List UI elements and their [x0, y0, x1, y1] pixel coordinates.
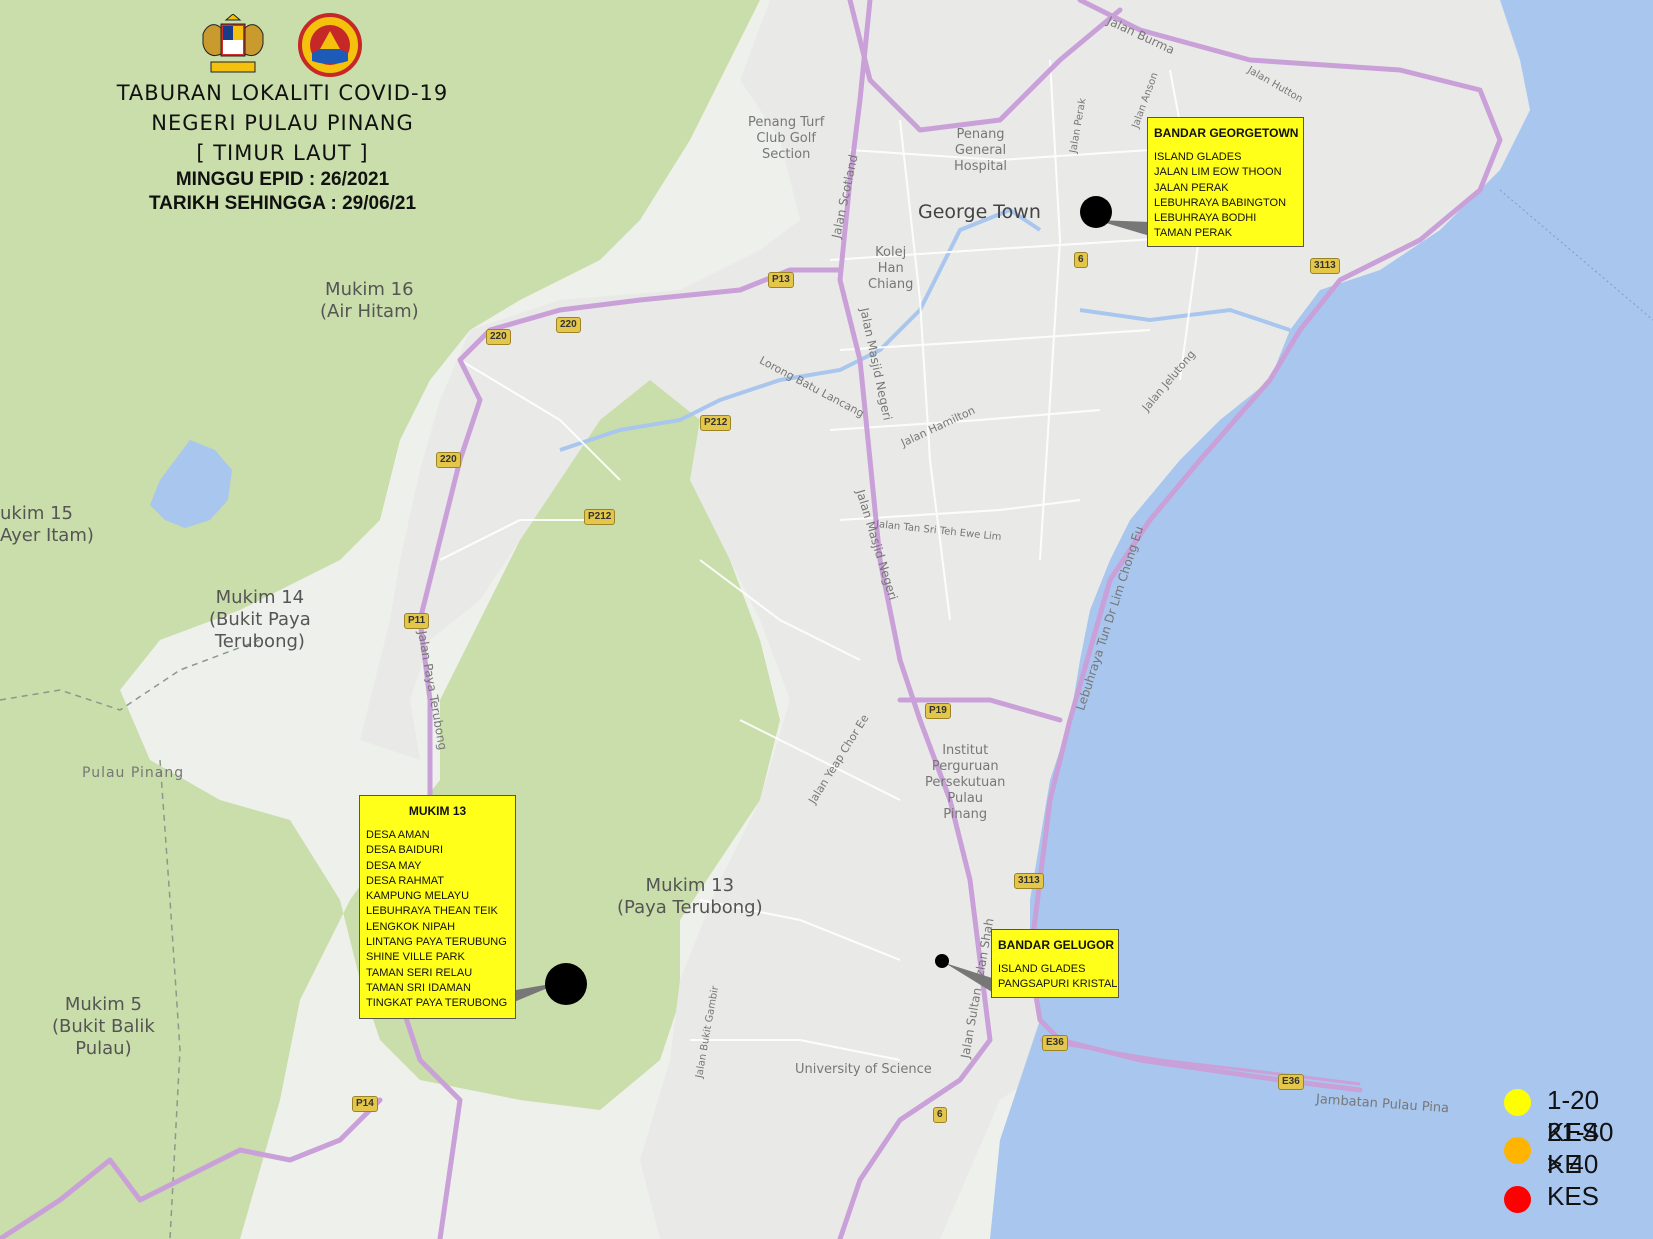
label-kolej-1: Kolej	[875, 245, 907, 260]
label-mukim-5-area-1: (Bukit Balik	[52, 1016, 155, 1037]
map-header: TABURAN LOKALITI COVID-19 NEGERI PULAU P…	[90, 78, 475, 216]
list-item: LEBUHRAYA BODHI	[1154, 212, 1257, 225]
callout-georgetown-title: BANDAR GEORGETOWN	[1154, 126, 1299, 140]
label-penang-general-hospital: Penang General Hospital	[954, 127, 1007, 175]
shield-p19: P19	[925, 703, 951, 719]
case-marker-georgetown[interactable]	[1080, 196, 1112, 228]
label-institut-1: Institut	[942, 743, 989, 758]
state-seal-icon	[298, 13, 362, 77]
label-institut-5: Pinang	[943, 807, 988, 822]
callout-bandar-gelugor[interactable]: BANDAR GELUGOR ISLAND GLADES PANGSAPURI …	[991, 929, 1119, 998]
callout-mukim13-title: MUKIM 13	[408, 804, 467, 818]
list-item: TAMAN PERAK	[1154, 227, 1233, 240]
label-turf-3: Section	[762, 147, 811, 162]
shield-p212-b: P212	[584, 509, 616, 525]
shield-6-b: 6	[933, 1107, 947, 1123]
list-item: PANGSAPURI KRISTAL	[998, 978, 1118, 991]
label-mukim-15-name: ukim 15	[0, 503, 73, 524]
shield-220-c: 220	[436, 452, 461, 468]
label-mukim-16: Mukim 16 (Air Hitam)	[320, 279, 419, 323]
list-item: LENGKOK NIPAH	[366, 920, 456, 933]
list-item: KAMPUNG MELAYU	[366, 890, 470, 903]
shield-3113-b: 3113	[1014, 873, 1044, 889]
list-item: LEBUHRAYA BABINGTON	[1154, 196, 1287, 209]
label-institut-3: Persekutuan	[925, 775, 1006, 790]
case-marker-mukim13[interactable]	[545, 963, 587, 1005]
label-mukim-14-name: Mukim 14	[215, 587, 305, 608]
shield-e36-a: E36	[1042, 1035, 1068, 1051]
label-mukim-14-area-1: (Bukit Paya	[209, 609, 311, 630]
label-mukim-14: Mukim 14 (Bukit Paya Terubong)	[209, 587, 311, 653]
legend-orange-dot	[1504, 1137, 1531, 1164]
shield-6-a: 6	[1074, 252, 1088, 268]
list-item: DESA MAY	[366, 859, 422, 872]
label-institut-4: Pulau	[947, 791, 984, 806]
list-item: ISLAND GLADES	[1154, 151, 1242, 163]
label-george-town: George Town	[918, 201, 1041, 223]
case-marker-gelugor[interactable]	[935, 954, 949, 968]
label-turf-1: Penang Turf	[748, 115, 825, 130]
list-item: TAMAN SERI RELAU	[366, 966, 473, 979]
shield-220-a: 220	[486, 329, 511, 345]
coat-of-arms-icon	[193, 13, 273, 80]
list-item: LEBUHRAYA THEAN TEIK	[366, 905, 498, 918]
label-turf-2: Club Golf	[756, 131, 816, 146]
shield-220-b: 220	[556, 317, 581, 333]
list-item: JALAN LIM EOW THOON	[1154, 166, 1282, 179]
label-university-of-science: University of Science	[795, 1062, 932, 1077]
label-mukim-16-area: (Air Hitam)	[320, 301, 419, 322]
label-mukim-5: Mukim 5 (Bukit Balik Pulau)	[52, 994, 155, 1060]
label-mukim-13-area: (Paya Terubong)	[617, 897, 763, 918]
list-item: JALAN PERAK	[1154, 181, 1229, 194]
label-mukim-16-name: Mukim 16	[325, 279, 414, 300]
list-item: TINGKAT PAYA TERUBONG	[366, 997, 508, 1010]
list-item: TAMAN SRI IDAMAN	[366, 981, 471, 994]
date-until: TARIKH SEHINGGA : 29/06/21	[148, 193, 417, 214]
shield-p13: P13	[768, 272, 794, 288]
label-mukim-15-area: Ayer Itam)	[0, 525, 94, 546]
list-item: DESA AMAN	[366, 829, 430, 841]
callout-bandar-georgetown[interactable]: BANDAR GEORGETOWN ISLAND GLADES JALAN LI…	[1147, 117, 1304, 247]
shield-e36-b: E36	[1278, 1074, 1304, 1090]
list-item: ISLAND GLADES	[998, 963, 1086, 975]
label-mukim-14-area-2: Terubong)	[214, 631, 305, 652]
label-hospital-2: General	[954, 143, 1007, 158]
shield-3113-a: 3113	[1310, 258, 1340, 274]
legend-yellow-dot	[1504, 1089, 1531, 1116]
label-mukim-13-name: Mukim 13	[645, 875, 735, 896]
list-item: DESA BAIDURI	[366, 844, 444, 857]
list-item: SHINE VILLE PARK	[366, 951, 465, 964]
label-hospital-3: Hospital	[954, 159, 1008, 174]
label-mukim-5-area-2: Pulau)	[75, 1038, 132, 1059]
label-kolej-2: Han	[877, 261, 904, 276]
title-line-3: [ TIMUR LAUT ]	[196, 141, 369, 165]
list-item: LINTANG PAYA TERUBUNG	[366, 936, 507, 949]
label-institut-2: Perguruan	[931, 759, 999, 774]
shield-p14: P14	[352, 1096, 378, 1112]
label-pulau-pinang: Pulau Pinang	[82, 765, 185, 781]
legend-label-over-40: > 40 KES	[1547, 1149, 1600, 1211]
callout-mukim-13[interactable]: MUKIM 13 DESA AMAN DESA BAIDURI DESA MAY…	[359, 795, 516, 1019]
shield-p11: P11	[404, 613, 430, 629]
list-item: DESA RAHMAT	[366, 874, 445, 887]
label-mukim-13: Mukim 13 (Paya Terubong)	[617, 875, 763, 919]
label-mukim-5-name: Mukim 5	[64, 994, 142, 1015]
title-line-2: NEGERI PULAU PINANG	[151, 111, 414, 135]
epid-week: MINGGU EPID : 26/2021	[175, 169, 390, 190]
title-line-1: TABURAN LOKALITI COVID-19	[116, 81, 449, 105]
label-kolej-han-chiang: Kolej Han Chiang	[868, 245, 913, 293]
shield-p212-a: P212	[700, 415, 732, 431]
label-hospital-1: Penang	[956, 127, 1005, 142]
label-penang-turf-club: Penang Turf Club Golf Section	[748, 115, 824, 163]
legend-red-dot	[1504, 1186, 1531, 1213]
label-institut-perguruan: Institut Perguruan Persekutuan Pulau Pin…	[925, 743, 1005, 823]
label-kolej-3: Chiang	[868, 277, 914, 292]
label-mukim-15: ukim 15 Ayer Itam)	[0, 503, 94, 547]
callout-gelugor-title: BANDAR GELUGOR	[998, 938, 1114, 952]
